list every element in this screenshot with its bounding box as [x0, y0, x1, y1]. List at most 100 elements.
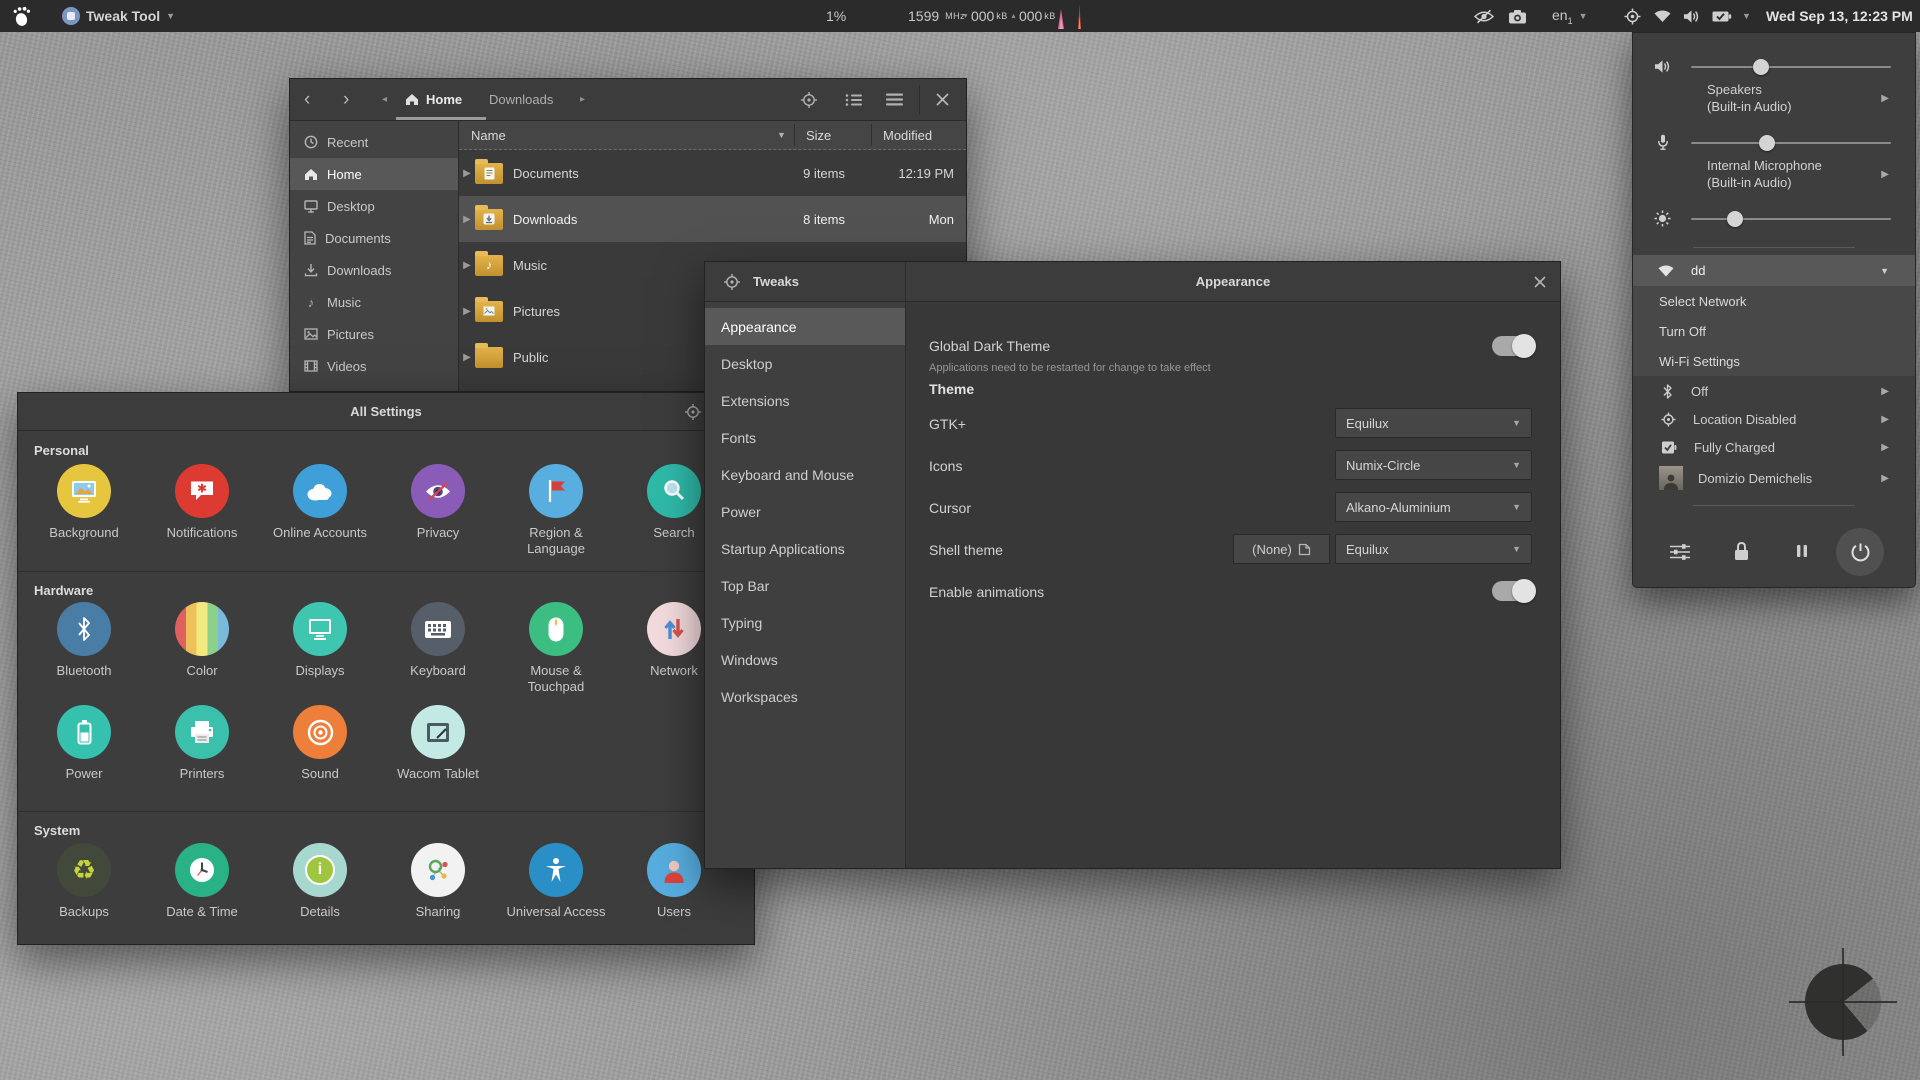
- settings-item-wacom-tablet[interactable]: Wacom Tablet: [384, 705, 492, 782]
- expander-icon[interactable]: ▶: [459, 214, 475, 225]
- eye-slash-indicator-icon[interactable]: [1474, 0, 1494, 32]
- column-header-name[interactable]: Name: [459, 128, 506, 143]
- tweaks-item-power[interactable]: Power: [705, 493, 905, 530]
- bluetooth-status-row[interactable]: Off ▶: [1633, 377, 1915, 405]
- close-window-button[interactable]: [936, 93, 949, 106]
- path-scroll-left-icon[interactable]: ◂: [382, 94, 387, 105]
- sort-caret-icon[interactable]: ▼: [777, 130, 786, 140]
- battery-status-icon[interactable]: [1712, 0, 1732, 32]
- microphone-slider-knob[interactable]: [1759, 135, 1775, 151]
- location-entry-button[interactable]: [723, 273, 741, 291]
- expander-icon[interactable]: ▶: [459, 352, 475, 363]
- gnome-logo-icon[interactable]: [12, 0, 31, 32]
- battery-status-row[interactable]: Fully Charged ▶: [1633, 433, 1915, 461]
- cpu-freq-indicator[interactable]: 1599 MHz: [908, 0, 965, 32]
- settings-item-displays[interactable]: Displays: [266, 602, 374, 679]
- pause-button[interactable]: [1796, 544, 1808, 558]
- tweaks-item-windows[interactable]: Windows: [705, 641, 905, 678]
- microphone-slider[interactable]: [1691, 135, 1891, 151]
- location-entry-button[interactable]: [684, 403, 702, 421]
- breadcrumb-home[interactable]: Home: [405, 92, 462, 107]
- input-device[interactable]: Internal Microphone (Built-in Audio): [1707, 157, 1822, 191]
- sidebar-item-downloads[interactable]: Downloads: [290, 254, 458, 286]
- tweaks-item-keyboard-mouse[interactable]: Keyboard and Mouse: [705, 456, 905, 493]
- chevron-right-icon[interactable]: ▶: [1881, 93, 1889, 104]
- settings-item-universal-access[interactable]: Universal Access: [502, 843, 610, 920]
- menu-item-turn-off[interactable]: Turn Off: [1633, 316, 1915, 346]
- settings-item-sharing[interactable]: Sharing: [384, 843, 492, 920]
- screenshot-camera-icon[interactable]: [1508, 0, 1527, 32]
- cursor-theme-dropdown[interactable]: Alkano-Aluminium ▼: [1335, 492, 1532, 522]
- clock[interactable]: Wed Sep 13, 12:23 PM: [1766, 0, 1913, 32]
- tweaks-item-desktop[interactable]: Desktop: [705, 345, 905, 382]
- back-button[interactable]: ‹: [304, 90, 310, 109]
- sidebar-item-documents[interactable]: Documents: [290, 222, 458, 254]
- column-divider[interactable]: [871, 124, 872, 146]
- settings-item-power[interactable]: Power: [30, 705, 138, 782]
- shell-theme-dropdown[interactable]: Equilux ▼: [1335, 534, 1532, 564]
- sidebar-item-music[interactable]: ♪ Music: [290, 286, 458, 318]
- file-row-documents[interactable]: ▶ Documents 9 items 12:19 PM: [459, 150, 966, 196]
- location-entry-button[interactable]: [800, 91, 818, 109]
- path-scroll-right-icon[interactable]: ▸: [580, 94, 585, 105]
- brightness-slider[interactable]: [1691, 211, 1891, 227]
- volume-slider-knob[interactable]: [1753, 59, 1769, 75]
- tweaks-item-workspaces[interactable]: Workspaces: [705, 678, 905, 715]
- location-status-row[interactable]: Location Disabled ▶: [1633, 405, 1915, 433]
- settings-item-backups[interactable]: ♻ Backups: [30, 843, 138, 920]
- settings-item-online-accounts[interactable]: Online Accounts: [266, 464, 374, 541]
- settings-item-sound[interactable]: Sound: [266, 705, 374, 782]
- tweaks-item-startup-applications[interactable]: Startup Applications: [705, 530, 905, 567]
- system-menu-toggle[interactable]: ▼: [1742, 0, 1751, 32]
- user-account-row[interactable]: Domizio Demichelis ▶: [1633, 461, 1915, 495]
- sidebar-item-recent[interactable]: Recent: [290, 126, 458, 158]
- settings-button[interactable]: [1669, 543, 1691, 561]
- lock-button[interactable]: [1733, 541, 1750, 561]
- enable-animations-toggle[interactable]: [1492, 579, 1536, 603]
- sidebar-item-desktop[interactable]: Desktop: [290, 190, 458, 222]
- list-view-button[interactable]: [845, 93, 863, 107]
- sidebar-item-pictures[interactable]: Pictures: [290, 318, 458, 350]
- menu-item-wifi-settings[interactable]: Wi-Fi Settings: [1633, 346, 1915, 376]
- sidebar-item-videos[interactable]: Videos: [290, 350, 458, 382]
- tweaks-item-extensions[interactable]: Extensions: [705, 382, 905, 419]
- tweaks-item-typing[interactable]: Typing: [705, 604, 905, 641]
- settings-item-bluetooth[interactable]: Bluetooth: [30, 602, 138, 679]
- wifi-network-row[interactable]: dd ▼: [1633, 255, 1915, 286]
- chevron-right-icon[interactable]: ▶: [1881, 169, 1889, 180]
- settings-item-mouse-touchpad[interactable]: Mouse & Touchpad: [502, 602, 610, 695]
- column-header-modified[interactable]: Modified: [883, 128, 932, 143]
- menu-button[interactable]: [886, 93, 903, 106]
- shell-theme-file-button[interactable]: (None): [1233, 534, 1330, 564]
- settings-item-keyboard[interactable]: Keyboard: [384, 602, 492, 679]
- power-button[interactable]: [1836, 528, 1884, 576]
- tweaks-item-fonts[interactable]: Fonts: [705, 419, 905, 456]
- breadcrumb-downloads[interactable]: Downloads: [489, 92, 553, 107]
- column-header-size[interactable]: Size: [806, 128, 831, 143]
- settings-item-privacy[interactable]: Privacy: [384, 464, 492, 541]
- tweaks-item-appearance[interactable]: Appearance: [705, 308, 905, 345]
- menu-item-select-network[interactable]: Select Network: [1633, 286, 1915, 316]
- settings-item-color[interactable]: Color: [148, 602, 256, 679]
- settings-item-printers[interactable]: Printers: [148, 705, 256, 782]
- tweaks-item-top-bar[interactable]: Top Bar: [705, 567, 905, 604]
- expander-icon[interactable]: ▶: [459, 168, 475, 179]
- settings-item-date-time[interactable]: Date & Time: [148, 843, 256, 920]
- system-monitor-graph[interactable]: [1048, 0, 1092, 32]
- expander-icon[interactable]: ▶: [459, 306, 475, 317]
- volume-slider[interactable]: [1691, 59, 1891, 75]
- settings-item-notifications[interactable]: Notifications: [148, 464, 256, 541]
- output-device[interactable]: Speakers (Built-in Audio): [1707, 81, 1792, 115]
- forward-button[interactable]: ›: [343, 90, 349, 109]
- file-row-downloads[interactable]: ▶ Downloads 8 items Mon: [459, 196, 966, 242]
- volume-status-icon[interactable]: [1682, 0, 1701, 32]
- net-down-indicator[interactable]: ▼ 000 kB: [962, 0, 1008, 32]
- keyboard-layout-indicator[interactable]: en1 ▼: [1552, 0, 1588, 32]
- brightness-slider-knob[interactable]: [1727, 211, 1743, 227]
- settings-item-details[interactable]: i Details: [266, 843, 374, 920]
- settings-item-region-language[interactable]: Region & Language: [502, 464, 610, 557]
- cpu-load-indicator[interactable]: 1%: [826, 0, 846, 32]
- expander-icon[interactable]: ▶: [459, 260, 475, 271]
- global-dark-theme-toggle[interactable]: [1492, 334, 1536, 358]
- app-menu[interactable]: Tweak Tool ▼: [62, 0, 175, 32]
